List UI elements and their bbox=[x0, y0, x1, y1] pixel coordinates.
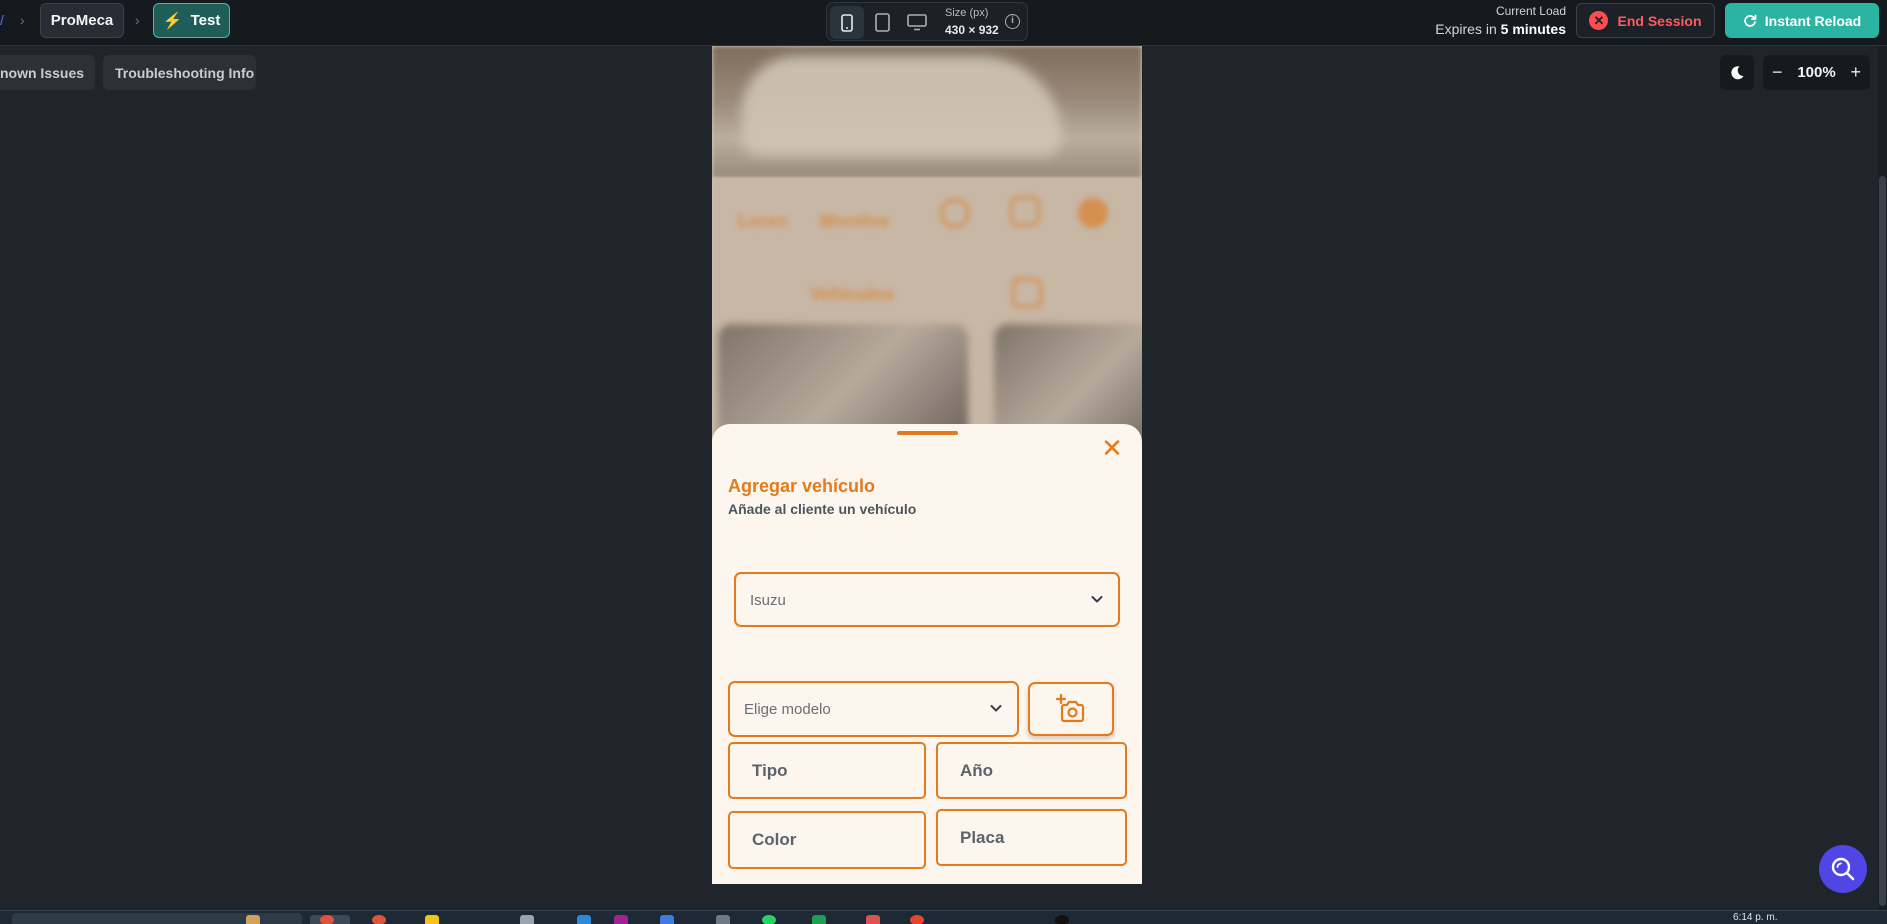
sheet-title: Agregar vehículo bbox=[728, 476, 876, 496]
breadcrumb-chevron-icon: › bbox=[20, 12, 25, 28]
size-label: Size (px) bbox=[945, 7, 989, 19]
color-placeholder: Color bbox=[752, 830, 797, 849]
taskbar-app-icon[interactable] bbox=[866, 915, 880, 924]
mobile-icon bbox=[841, 13, 853, 32]
troubleshooting-info-button[interactable]: Troubleshooting Info bbox=[103, 55, 256, 90]
tipo-field[interactable]: Tipo bbox=[728, 742, 926, 799]
instant-reload-button[interactable]: Instant Reload bbox=[1725, 3, 1879, 38]
desktop-device-button[interactable] bbox=[900, 6, 934, 39]
taskbar-app-icon[interactable] bbox=[910, 915, 924, 924]
zoom-in-icon[interactable]: + bbox=[1850, 62, 1861, 83]
taskbar-app-icon[interactable] bbox=[372, 915, 386, 924]
device-selector: Size (px) 430 × 932 i bbox=[826, 2, 1028, 41]
placa-field[interactable]: Placa bbox=[936, 809, 1127, 866]
breadcrumb-chevron-icon: › bbox=[135, 12, 140, 28]
taskbar-clock: 6:14 p. m. bbox=[1733, 912, 1778, 923]
mobile-device-button[interactable] bbox=[830, 6, 864, 39]
expires-text: Expires in 5 minutes bbox=[1435, 21, 1566, 37]
sheet-drag-handle[interactable] bbox=[897, 431, 958, 435]
troubleshooting-label: Troubleshooting Info bbox=[115, 64, 255, 81]
taskbar-app-icon[interactable] bbox=[614, 915, 628, 924]
taskbar-chrome-icon[interactable] bbox=[320, 915, 334, 924]
model-select[interactable]: Elige modelo bbox=[728, 681, 1019, 737]
tablet-icon bbox=[874, 13, 890, 32]
taskbar-app-icon[interactable] bbox=[660, 915, 674, 924]
app-name-button[interactable]: ProMeca bbox=[40, 3, 124, 38]
desktop-icon bbox=[907, 14, 927, 31]
known-issues-label: nown Issues bbox=[0, 64, 85, 81]
color-field[interactable]: Color bbox=[728, 811, 926, 869]
tablet-device-button[interactable] bbox=[865, 6, 899, 39]
size-value: 430 × 932 bbox=[945, 23, 999, 37]
breadcrumb-fragment: / bbox=[0, 12, 4, 28]
model-placeholder: Elige modelo bbox=[744, 701, 831, 718]
chevron-down-icon bbox=[990, 705, 1002, 712]
anio-field[interactable]: Año bbox=[936, 742, 1127, 799]
add-photo-button[interactable] bbox=[1028, 682, 1114, 736]
brand-select[interactable]: Isuzu bbox=[734, 572, 1120, 627]
taskbar-app-icon[interactable] bbox=[577, 915, 591, 924]
reload-icon bbox=[1743, 14, 1757, 27]
theme-toggle-button[interactable] bbox=[1720, 55, 1754, 90]
lightning-icon: ⚡ bbox=[162, 12, 183, 30]
anio-placeholder: Año bbox=[960, 761, 994, 780]
zoom-out-icon[interactable]: − bbox=[1772, 62, 1783, 83]
taskbar-app-icon[interactable] bbox=[716, 915, 730, 924]
moon-icon bbox=[1731, 65, 1744, 79]
chevron-down-icon bbox=[1091, 596, 1103, 603]
end-session-button[interactable]: ✕ End Session bbox=[1576, 3, 1715, 38]
taskbar-app-icon[interactable] bbox=[520, 915, 534, 924]
taskbar-app-icon[interactable] bbox=[1055, 915, 1069, 924]
placa-placeholder: Placa bbox=[960, 828, 1005, 847]
device-preview: Loren Morelos Vehículos ✕ Agregar vehícu… bbox=[712, 46, 1142, 884]
add-vehicle-sheet: ✕ Agregar vehículo Añade al cliente un v… bbox=[712, 424, 1142, 884]
expires-value: 5 minutes bbox=[1500, 21, 1566, 37]
taskbar-app-icon[interactable] bbox=[762, 915, 776, 924]
current-load-label: Current Load bbox=[1495, 4, 1566, 18]
taskbar-app-icon[interactable] bbox=[425, 915, 439, 924]
os-taskbar: 6:14 p. m. bbox=[0, 910, 1887, 924]
scrollbar-thumb[interactable] bbox=[1879, 176, 1886, 906]
test-label: Test bbox=[190, 12, 221, 29]
zoom-level: 100% bbox=[1797, 64, 1836, 81]
search-icon bbox=[1831, 857, 1855, 881]
info-icon[interactable]: i bbox=[1005, 14, 1020, 29]
close-circle-icon: ✕ bbox=[1589, 11, 1609, 30]
taskbar-app-icon[interactable] bbox=[812, 915, 826, 924]
taskbar-app-icon[interactable] bbox=[246, 915, 260, 924]
tipo-placeholder: Tipo bbox=[752, 761, 788, 780]
sheet-subtitle: Añade al cliente un vehículo bbox=[728, 501, 917, 517]
app-name-label: ProMeca bbox=[50, 12, 114, 29]
zoom-control: − 100% + bbox=[1763, 55, 1870, 90]
add-camera-icon bbox=[1055, 694, 1085, 723]
page-scrollbar[interactable] bbox=[1878, 46, 1887, 910]
instant-reload-label: Instant Reload bbox=[1764, 12, 1862, 29]
help-search-button[interactable] bbox=[1819, 845, 1867, 893]
brand-value: Isuzu bbox=[750, 592, 786, 609]
test-button[interactable]: ⚡ Test bbox=[153, 3, 230, 38]
end-session-label: End Session bbox=[1617, 12, 1702, 29]
close-icon[interactable]: ✕ bbox=[1100, 435, 1124, 461]
top-bar: / › ProMeca › ⚡ Test Size (px) 430 × 932… bbox=[0, 0, 1887, 46]
known-issues-button[interactable]: nown Issues bbox=[0, 55, 95, 90]
